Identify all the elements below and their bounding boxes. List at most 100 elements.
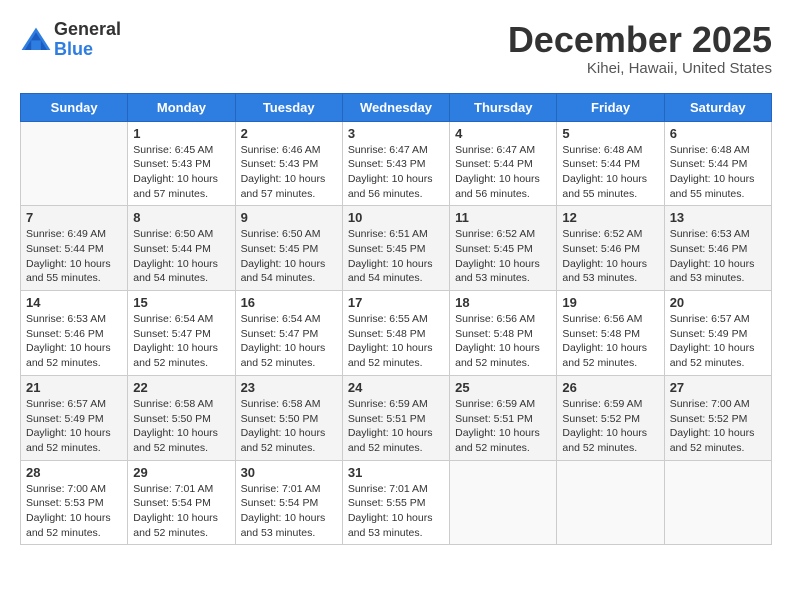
day-info: Sunrise: 6:50 AMSunset: 5:45 PMDaylight:…: [241, 227, 337, 286]
header-row: SundayMondayTuesdayWednesdayThursdayFrid…: [21, 93, 772, 121]
day-number: 13: [670, 210, 766, 225]
day-info: Sunrise: 6:47 AMSunset: 5:43 PMDaylight:…: [348, 143, 444, 202]
day-number: 4: [455, 126, 551, 141]
day-number: 2: [241, 126, 337, 141]
header-sunday: Sunday: [21, 93, 128, 121]
calendar-cell: 16 Sunrise: 6:54 AMSunset: 5:47 PMDayligh…: [235, 291, 342, 376]
day-number: 6: [670, 126, 766, 141]
calendar-cell: 26 Sunrise: 6:59 AMSunset: 5:52 PMDayligh…: [557, 375, 664, 460]
day-info: Sunrise: 6:54 AMSunset: 5:47 PMDaylight:…: [241, 312, 337, 371]
calendar-cell: 31 Sunrise: 7:01 AMSunset: 5:55 PMDayligh…: [342, 460, 449, 545]
header-friday: Friday: [557, 93, 664, 121]
calendar-cell: 20Sunrise: 6:57 AMSunset: 5:49 PMDayligh…: [664, 291, 771, 376]
day-info: Sunrise: 6:56 AMSunset: 5:48 PMDaylight:…: [562, 312, 658, 371]
day-number: 24: [348, 380, 444, 395]
calendar-cell: 30Sunrise: 7:01 AMSunset: 5:54 PMDayligh…: [235, 460, 342, 545]
day-info: Sunrise: 6:55 AMSunset: 5:48 PMDaylight:…: [348, 312, 444, 371]
day-info: Sunrise: 6:59 AMSunset: 5:51 PMDaylight:…: [348, 397, 444, 456]
calendar-week-3: 21 Sunrise: 6:57 AMSunset: 5:49 PMDayligh…: [21, 375, 772, 460]
calendar-cell: 13 Sunrise: 6:53 AMSunset: 5:46 PMDayligh…: [664, 206, 771, 291]
calendar-cell: 27Sunrise: 7:00 AMSunset: 5:52 PMDayligh…: [664, 375, 771, 460]
calendar-cell: 7 Sunrise: 6:49 AMSunset: 5:44 PMDaylight…: [21, 206, 128, 291]
calendar-cell: 23 Sunrise: 6:58 AMSunset: 5:50 PMDayligh…: [235, 375, 342, 460]
day-info: Sunrise: 7:00 AMSunset: 5:53 PMDaylight:…: [26, 482, 122, 541]
day-number: 20: [670, 295, 766, 310]
calendar-cell: 3Sunrise: 6:47 AMSunset: 5:43 PMDaylight…: [342, 121, 449, 206]
calendar-cell: [21, 121, 128, 206]
day-info: Sunrise: 6:50 AMSunset: 5:44 PMDaylight:…: [133, 227, 229, 286]
day-info: Sunrise: 6:45 AMSunset: 5:43 PMDaylight:…: [133, 143, 229, 202]
day-number: 15: [133, 295, 229, 310]
day-number: 21: [26, 380, 122, 395]
header-thursday: Thursday: [450, 93, 557, 121]
calendar-cell: 8 Sunrise: 6:50 AMSunset: 5:44 PMDaylight…: [128, 206, 235, 291]
day-number: 28: [26, 465, 122, 480]
calendar-cell: 12 Sunrise: 6:52 AMSunset: 5:46 PMDayligh…: [557, 206, 664, 291]
day-number: 31: [348, 465, 444, 480]
calendar-cell: 9Sunrise: 6:50 AMSunset: 5:45 PMDaylight…: [235, 206, 342, 291]
calendar-body: 1 Sunrise: 6:45 AMSunset: 5:43 PMDaylight…: [21, 121, 772, 545]
calendar-cell: 5Sunrise: 6:48 AMSunset: 5:44 PMDaylight…: [557, 121, 664, 206]
calendar-cell: 29 Sunrise: 7:01 AMSunset: 5:54 PMDayligh…: [128, 460, 235, 545]
day-info: Sunrise: 6:53 AMSunset: 5:46 PMDaylight:…: [26, 312, 122, 371]
day-info: Sunrise: 6:52 AMSunset: 5:45 PMDaylight:…: [455, 227, 551, 286]
calendar-week-1: 7 Sunrise: 6:49 AMSunset: 5:44 PMDaylight…: [21, 206, 772, 291]
day-info: Sunrise: 7:01 AMSunset: 5:55 PMDaylight:…: [348, 482, 444, 541]
logo-icon: [20, 26, 52, 54]
day-info: Sunrise: 6:51 AMSunset: 5:45 PMDaylight:…: [348, 227, 444, 286]
day-info: Sunrise: 6:49 AMSunset: 5:44 PMDaylight:…: [26, 227, 122, 286]
day-number: 19: [562, 295, 658, 310]
day-number: 17: [348, 295, 444, 310]
day-info: Sunrise: 6:58 AMSunset: 5:50 PMDaylight:…: [241, 397, 337, 456]
day-number: 11: [455, 210, 551, 225]
calendar-cell: 22Sunrise: 6:58 AMSunset: 5:50 PMDayligh…: [128, 375, 235, 460]
day-number: 23: [241, 380, 337, 395]
day-info: Sunrise: 6:52 AMSunset: 5:46 PMDaylight:…: [562, 227, 658, 286]
day-number: 26: [562, 380, 658, 395]
header-tuesday: Tuesday: [235, 93, 342, 121]
day-number: 14: [26, 295, 122, 310]
calendar-cell: 25Sunrise: 6:59 AMSunset: 5:51 PMDayligh…: [450, 375, 557, 460]
logo-general: General: [54, 20, 121, 40]
calendar-cell: 24 Sunrise: 6:59 AMSunset: 5:51 PMDayligh…: [342, 375, 449, 460]
month-title: December 2025: [508, 20, 772, 60]
day-number: 7: [26, 210, 122, 225]
day-info: Sunrise: 6:54 AMSunset: 5:47 PMDaylight:…: [133, 312, 229, 371]
day-info: Sunrise: 6:57 AMSunset: 5:49 PMDaylight:…: [26, 397, 122, 456]
logo: General Blue: [20, 20, 121, 60]
calendar-cell: [450, 460, 557, 545]
day-number: 5: [562, 126, 658, 141]
day-info: Sunrise: 7:01 AMSunset: 5:54 PMDaylight:…: [241, 482, 337, 541]
calendar-cell: 21 Sunrise: 6:57 AMSunset: 5:49 PMDayligh…: [21, 375, 128, 460]
day-info: Sunrise: 7:01 AMSunset: 5:54 PMDaylight:…: [133, 482, 229, 541]
day-info: Sunrise: 6:56 AMSunset: 5:48 PMDaylight:…: [455, 312, 551, 371]
day-number: 12: [562, 210, 658, 225]
day-info: Sunrise: 6:59 AMSunset: 5:52 PMDaylight:…: [562, 397, 658, 456]
day-info: Sunrise: 6:59 AMSunset: 5:51 PMDaylight:…: [455, 397, 551, 456]
day-number: 22: [133, 380, 229, 395]
day-number: 1: [133, 126, 229, 141]
header-wednesday: Wednesday: [342, 93, 449, 121]
day-number: 18: [455, 295, 551, 310]
header-saturday: Saturday: [664, 93, 771, 121]
logo-blue: Blue: [54, 40, 121, 60]
logo-text: General Blue: [54, 20, 121, 60]
calendar-week-2: 14 Sunrise: 6:53 AMSunset: 5:46 PMDayligh…: [21, 291, 772, 376]
title-area: December 2025 Kihei, Hawaii, United Stat…: [508, 20, 772, 77]
day-number: 8: [133, 210, 229, 225]
day-info: Sunrise: 7:00 AMSunset: 5:52 PMDaylight:…: [670, 397, 766, 456]
calendar-cell: 2Sunrise: 6:46 AMSunset: 5:43 PMDaylight…: [235, 121, 342, 206]
day-number: 16: [241, 295, 337, 310]
calendar-cell: 14 Sunrise: 6:53 AMSunset: 5:46 PMDayligh…: [21, 291, 128, 376]
calendar-cell: [664, 460, 771, 545]
calendar-cell: 28 Sunrise: 7:00 AMSunset: 5:53 PMDayligh…: [21, 460, 128, 545]
calendar-cell: 19 Sunrise: 6:56 AMSunset: 5:48 PMDayligh…: [557, 291, 664, 376]
day-number: 10: [348, 210, 444, 225]
calendar-cell: 17 Sunrise: 6:55 AMSunset: 5:48 PMDayligh…: [342, 291, 449, 376]
calendar-week-4: 28 Sunrise: 7:00 AMSunset: 5:53 PMDayligh…: [21, 460, 772, 545]
day-number: 29: [133, 465, 229, 480]
calendar-header: SundayMondayTuesdayWednesdayThursdayFrid…: [21, 93, 772, 121]
day-info: Sunrise: 6:53 AMSunset: 5:46 PMDaylight:…: [670, 227, 766, 286]
calendar-cell: [557, 460, 664, 545]
calendar-cell: 6Sunrise: 6:48 AMSunset: 5:44 PMDaylight…: [664, 121, 771, 206]
